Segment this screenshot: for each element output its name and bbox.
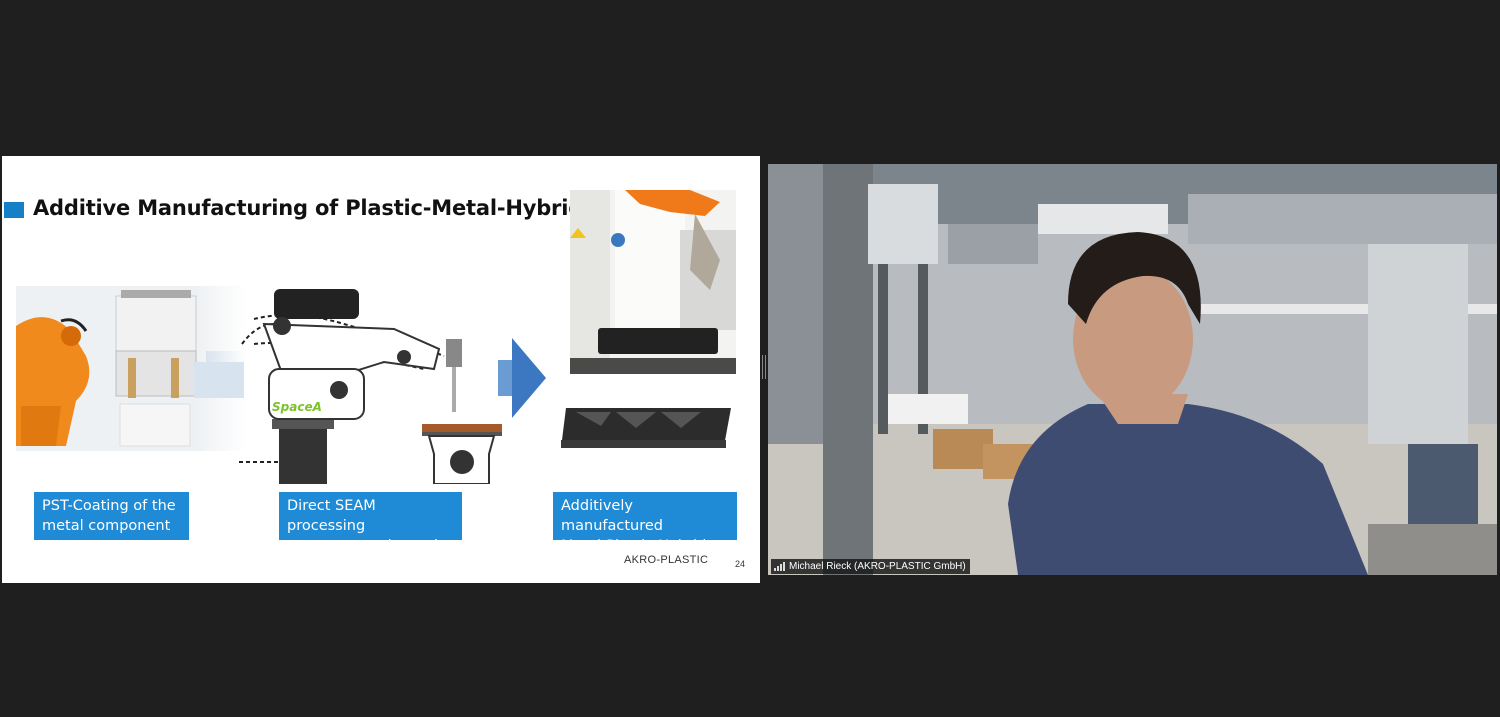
shared-slide: Additive Manufacturing of Plastic-Metal-… <box>2 156 760 583</box>
printing-cell-photo <box>570 190 736 374</box>
robot-brand-label: SpaceA <box>272 400 322 414</box>
signal-strength-icon <box>774 562 785 571</box>
slide-page-number: 24 <box>735 559 746 569</box>
participant-video[interactable]: Michael Rieck (AKRO-PLASTIC GmbH) <box>768 164 1497 575</box>
slide-title: Additive Manufacturing of Plastic-Metal-… <box>33 196 596 220</box>
caption-pst-coating: PST-Coating of the metal component <box>34 492 189 540</box>
pane-splitter-handle[interactable] <box>762 355 766 379</box>
caption-hybrid-result: Additively manufactured Metal-Plastic-Hy… <box>553 492 737 554</box>
caption-seam-processing: Direct SEAM processing on pre-treated me… <box>279 492 462 554</box>
title-marker <box>4 202 24 218</box>
process-arrow-1 <box>194 362 244 398</box>
participant-name: Michael Rieck (AKRO-PLASTIC GmbH) <box>789 561 966 572</box>
spacea-robot-diagram: SpaceA <box>239 289 502 484</box>
akro-plastic-logo: AKRO-PLASTIC <box>624 554 709 566</box>
warehouse-background <box>768 164 1497 575</box>
hybrid-part-image <box>561 408 731 448</box>
process-arrow-2 <box>498 338 546 418</box>
participant-name-tag: Michael Rieck (AKRO-PLASTIC GmbH) <box>771 559 970 574</box>
